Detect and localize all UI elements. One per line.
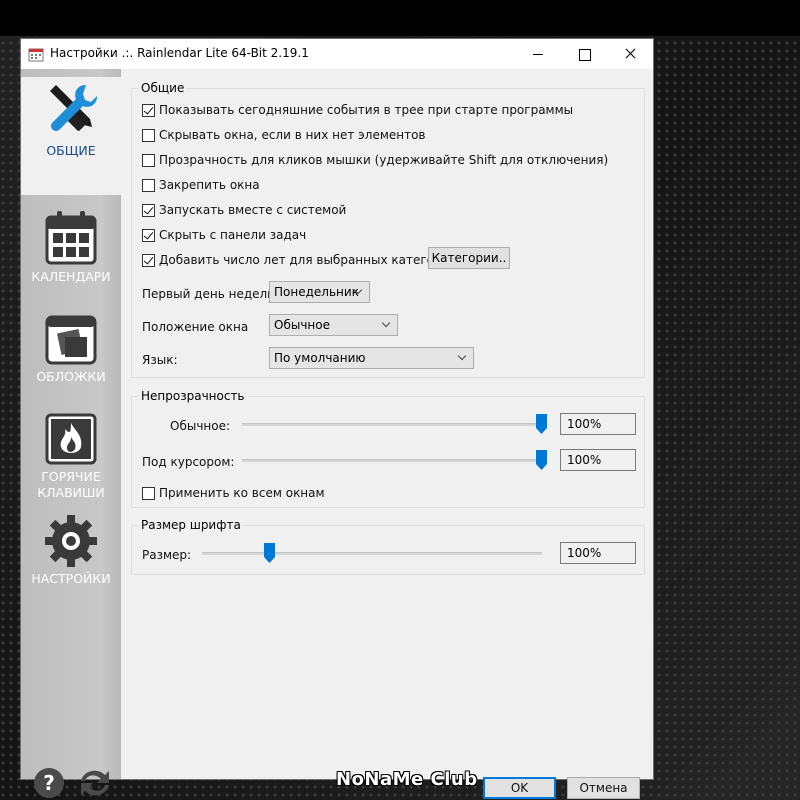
settings-window: Настройки .:. Rainlendar Lite 64-Bit 2.1… — [20, 38, 654, 799]
ok-button[interactable]: OK — [483, 777, 556, 799]
checkbox-click-through[interactable]: Прозрачность для кликов мышки (удерживай… — [142, 153, 608, 167]
sidebar-item-label: НАСТРОЙКИ — [31, 571, 111, 586]
calendar-icon — [45, 211, 97, 265]
checkbox-hide-empty-windows[interactable]: Скрывать окна, если в них нет элементов — [142, 128, 426, 142]
sidebar-item-calendars[interactable]: КАЛЕНДАРИ — [21, 211, 121, 285]
tools-icon — [50, 84, 98, 131]
opacity-hover-slider-thumb[interactable] — [536, 450, 547, 470]
opacity-group-title: Непрозрачность — [138, 389, 248, 403]
checkbox-box[interactable] — [142, 178, 155, 192]
close-button[interactable] — [607, 39, 653, 69]
sidebar-item-label: КАЛЕНДАРИ — [31, 269, 111, 284]
sync-icon[interactable] — [77, 765, 113, 800]
sidebar: ОБЩИЕ КАЛЕНДАРИ ОБЛОЖКИ ГОРЯЧИЕ КЛАВИШИ … — [21, 69, 121, 798]
font-size-group-title: Размер шрифта — [138, 518, 244, 532]
font-size-slider-thumb[interactable] — [264, 543, 275, 563]
font-size-group: Размер шрифта Размер: 100% — [131, 518, 645, 575]
help-icon[interactable]: ? — [33, 767, 65, 799]
sidebar-item-skins[interactable]: ОБЛОЖКИ — [21, 315, 121, 385]
sidebar-item-label: ОБЩИЕ — [46, 143, 96, 158]
window-position-select[interactable]: Обычное — [269, 314, 398, 336]
checkbox-box[interactable] — [142, 128, 155, 142]
window-position-label: Положение окна — [142, 320, 249, 334]
checkbox-hide-taskbar[interactable]: Скрыть с панели задач — [142, 228, 306, 242]
language-select[interactable]: По умолчанию — [269, 347, 474, 369]
checkbox-box[interactable] — [142, 103, 155, 117]
general-group: Общие Показывать сегодняшние события в т… — [131, 81, 645, 378]
opacity-hover-value[interactable]: 100% — [560, 449, 636, 471]
checkbox-box[interactable] — [142, 228, 155, 242]
watermark: NoNaMe Club — [336, 769, 478, 790]
opacity-hover-slider-track[interactable] — [242, 459, 542, 462]
checkbox-pin-windows[interactable]: Закрепить окна — [142, 178, 260, 192]
font-size-slider-track[interactable] — [202, 552, 542, 555]
flame-icon — [45, 413, 97, 465]
checkbox-box[interactable] — [142, 486, 155, 500]
font-size-value[interactable]: 100% — [560, 542, 636, 564]
checkbox-box[interactable] — [142, 153, 155, 167]
font-size-label: Размер: — [142, 548, 192, 562]
checkbox-add-years[interactable]: Добавить число лет для выбранных категор… — [142, 253, 457, 267]
svg-text:?: ? — [43, 771, 55, 795]
general-group-title: Общие — [138, 81, 188, 95]
opacity-normal-slider-track[interactable] — [242, 423, 542, 426]
cancel-button[interactable]: Отмена — [567, 777, 640, 799]
sidebar-item-label: ОБЛОЖКИ — [36, 369, 106, 384]
gear-icon — [45, 515, 97, 567]
sidebar-item-hotkeys[interactable]: ГОРЯЧИЕ КЛАВИШИ — [21, 413, 121, 501]
first-day-label: Первый день недели: — [142, 287, 280, 301]
checkbox-box[interactable] — [142, 203, 155, 217]
opacity-normal-slider-thumb[interactable] — [536, 414, 547, 434]
checkbox-box[interactable] — [142, 253, 155, 267]
app-icon — [28, 48, 44, 62]
checkbox-show-today-events[interactable]: Показывать сегодняшние события в трее пр… — [142, 103, 573, 117]
sidebar-item-general[interactable]: ОБЩИЕ — [21, 77, 121, 195]
skins-icon — [45, 315, 97, 365]
checkbox-run-at-startup[interactable]: Запускать вместе с системой — [142, 203, 346, 217]
sidebar-item-label: ГОРЯЧИЕ КЛАВИШИ — [37, 469, 105, 500]
opacity-hover-label: Под курсором: — [142, 455, 235, 469]
opacity-group: Непрозрачность Обычное: 100% Под курсоро… — [131, 389, 645, 508]
opacity-normal-label: Обычное: — [170, 419, 231, 433]
window-title: Настройки .:. Rainlendar Lite 64-Bit 2.1… — [50, 46, 309, 60]
categories-button[interactable]: Категории.. — [428, 247, 510, 269]
desktop-top-bar — [0, 0, 800, 36]
title-bar[interactable]: Настройки .:. Rainlendar Lite 64-Bit 2.1… — [21, 39, 653, 69]
minimize-button[interactable] — [515, 39, 561, 69]
content-panel: Общие Показывать сегодняшние события в т… — [121, 69, 653, 799]
language-label: Язык: — [142, 353, 178, 367]
maximize-button[interactable] — [561, 39, 607, 69]
opacity-normal-value[interactable]: 100% — [560, 413, 636, 435]
checkbox-apply-all-windows[interactable]: Применить ко всем окнам — [142, 486, 325, 500]
first-day-select[interactable]: Понедельник — [269, 281, 370, 303]
sidebar-item-settings[interactable]: НАСТРОЙКИ — [21, 515, 121, 587]
